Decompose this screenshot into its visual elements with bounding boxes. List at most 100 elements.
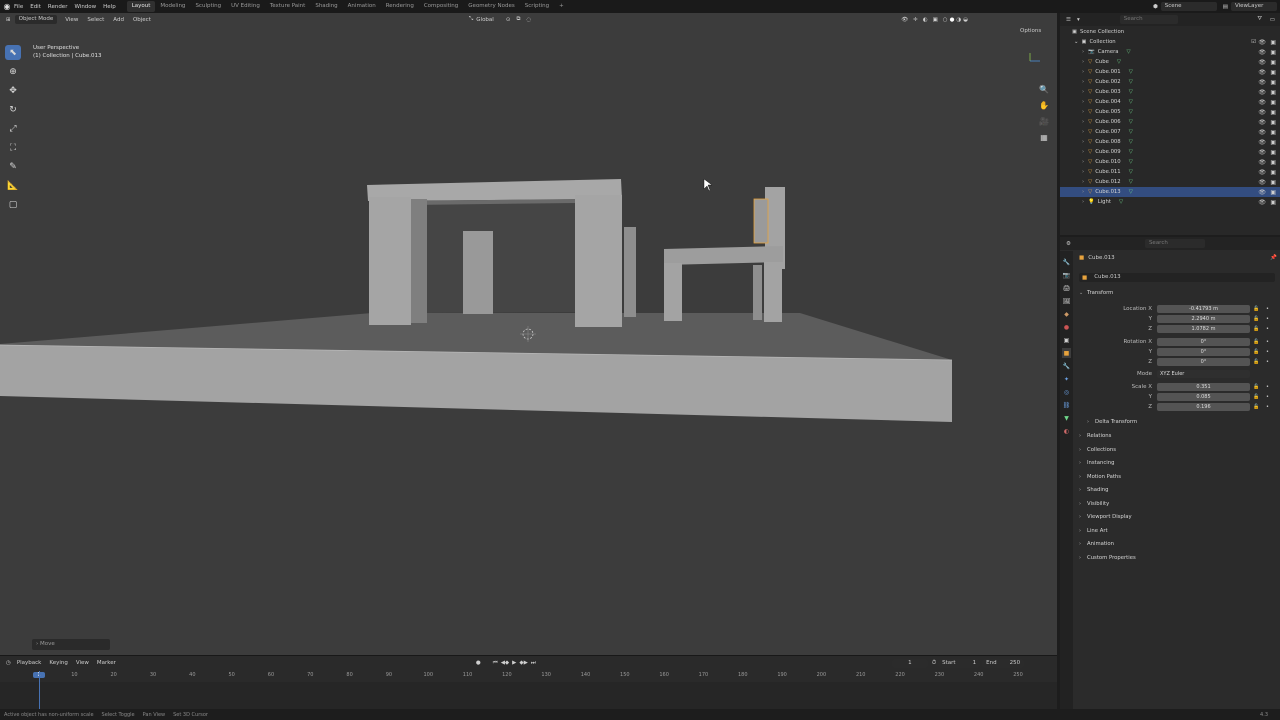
camera-toggle-icon[interactable]: ▣ [1270,89,1276,96]
expand-chevron-icon[interactable]: › [1082,49,1084,55]
expand-chevron-icon[interactable]: › [1082,99,1084,105]
location-y-field[interactable]: 2.2940 m [1157,314,1250,323]
eye-icon[interactable]: 👁 [1258,169,1266,176]
panel-collections[interactable]: › Collections [1079,444,1276,456]
auto-key-icon[interactable]: ● [476,660,481,666]
outliner-item-cube-012[interactable]: › ▽ Cube.012 ▽ 👁 ▣ [1060,177,1280,187]
properties-editor-icon[interactable]: ⚙ [1066,241,1071,247]
expand-chevron-icon[interactable]: › [1082,79,1084,85]
outliner-item-cube-004[interactable]: › ▽ Cube.004 ▽ 👁 ▣ [1060,97,1280,107]
camera-toggle-icon[interactable]: ▣ [1270,119,1276,126]
xray-toggle-icon[interactable]: ▣ [933,17,938,23]
expand-chevron-icon[interactable]: › [1082,129,1084,135]
camera-toggle-icon[interactable]: ▣ [1270,169,1276,176]
keyframe-dot-icon[interactable]: • [1266,394,1269,400]
outliner-item-cube-013[interactable]: › ▽ Cube.013 ▽ 👁 ▣ [1060,187,1280,197]
camera-toggle-icon[interactable]: ▣ [1270,129,1276,136]
expand-chevron-icon[interactable]: › [1082,59,1084,65]
eye-icon[interactable]: 👁 [1258,119,1266,126]
lock-icon[interactable]: 🔓 [1253,394,1259,400]
next-key-icon[interactable]: ◆▶ [519,660,527,666]
visibility-icon[interactable]: 👁 [901,17,908,23]
eye-icon[interactable]: 👁 [1258,99,1266,106]
camera-toggle-icon[interactable]: ▣ [1270,179,1276,186]
camera-toggle-icon[interactable]: ▣ [1270,109,1276,116]
start-frame-field[interactable]: Start 1 [938,658,981,668]
tab-shading[interactable]: Shading [310,1,342,12]
stopwatch-icon[interactable]: ⏱ [932,660,936,667]
object-tab-icon[interactable]: ■ [1062,348,1071,358]
options-button[interactable]: Options [1020,28,1041,34]
tab-animation[interactable]: Animation [343,1,381,12]
expand-chevron-icon[interactable]: › [1082,179,1084,185]
timeline-body[interactable] [0,671,1057,710]
material-tab-icon[interactable]: ◐ [1062,426,1071,436]
shading-solid-icon[interactable]: ● [950,17,955,23]
outliner-item-cube[interactable]: › ▽ Cube ▽ 👁 ▣ [1060,57,1280,67]
tab-layout[interactable]: Layout [126,1,156,12]
render-tab-icon[interactable]: 📷 [1062,270,1071,280]
eye-icon[interactable]: 👁 [1258,179,1266,186]
output-tab-icon[interactable]: 🖨 [1062,283,1071,293]
orientation-dropdown[interactable]: Global [476,17,494,23]
eye-icon[interactable]: 👁 [1258,109,1266,116]
eye-icon[interactable]: 👁 [1258,199,1266,206]
end-frame-field[interactable]: End 250 [982,658,1025,668]
collection-checkbox[interactable]: ☑ [1251,39,1256,45]
eye-icon[interactable]: 👁 [1258,129,1266,136]
menu-keying[interactable]: Keying [49,660,67,666]
tab-rendering[interactable]: Rendering [381,1,419,12]
outliner-item-cube-006[interactable]: › ▽ Cube.006 ▽ 👁 ▣ [1060,117,1280,127]
rotate-tool-icon[interactable]: ↻ [5,102,21,117]
view-layer-field[interactable]: ViewLayer [1231,2,1277,11]
overlay-toggle-icon[interactable]: ◐ [923,17,928,23]
eye-icon[interactable]: 👁 [1258,89,1266,96]
location-z-field[interactable]: 1.0782 m [1157,324,1250,333]
outliner-item-cube-002[interactable]: › ▽ Cube.002 ▽ 👁 ▣ [1060,77,1280,87]
panel-motion-paths[interactable]: › Motion Paths [1079,471,1276,483]
proportional-edit-icon[interactable]: ◌ [526,17,531,23]
panel-line-art[interactable]: › Line Art [1079,525,1276,537]
expand-chevron-icon[interactable]: › [1082,169,1084,175]
data-tab-icon[interactable]: ▼ [1062,413,1071,423]
eye-icon[interactable]: 👁 [1258,39,1266,46]
lock-icon[interactable]: 🔓 [1253,326,1259,332]
particles-tab-icon[interactable]: ✦ [1062,374,1071,384]
camera-toggle-icon[interactable]: ▣ [1270,79,1276,86]
menu-window[interactable]: Window [74,4,96,10]
move-tool-icon[interactable]: ✥ [5,83,21,98]
expand-chevron-icon[interactable]: › [1082,149,1084,155]
expand-chevron-icon[interactable]: › [1082,159,1084,165]
panel-animation[interactable]: › Animation [1079,538,1276,550]
filter-icon[interactable]: ⛛ [1257,16,1262,23]
3d-viewport[interactable]: ⊞ Object Mode View Select Add Object ⤡ G… [0,13,1057,655]
shading-material-icon[interactable]: ◑ [956,17,961,23]
outliner-item-light[interactable]: › 💡 Light ▽ 👁 ▣ [1060,197,1280,207]
outliner-item-cube-009[interactable]: › ▽ Cube.009 ▽ 👁 ▣ [1060,147,1280,157]
tab-scripting[interactable]: Scripting [520,1,554,12]
pivot-icon[interactable]: ⊙ [506,17,511,23]
camera-toggle-icon[interactable]: ▣ [1270,199,1276,206]
camera-toggle-icon[interactable]: ▣ [1270,39,1276,46]
camera-toggle-icon[interactable]: ▣ [1270,49,1276,56]
select-box-icon[interactable]: ⬉ [5,45,21,60]
outliner-search[interactable]: Search [1119,15,1178,24]
view-layer-tab-icon[interactable]: 🖼 [1062,296,1071,306]
panel-visibility[interactable]: › Visibility [1079,498,1276,510]
outliner-item-cube-010[interactable]: › ▽ Cube.010 ▽ 👁 ▣ [1060,157,1280,167]
scale-tool-icon[interactable]: ⤢ [5,121,21,136]
eye-icon[interactable]: 👁 [1258,79,1266,86]
object-name-field[interactable]: Cube.013 [1090,273,1124,282]
menu-help[interactable]: Help [103,4,116,10]
panel-transform[interactable]: ⌄ Transform [1079,287,1276,299]
keyframe-dot-icon[interactable]: • [1266,306,1269,312]
eye-icon[interactable]: 👁 [1258,59,1266,66]
panel-delta-transform[interactable]: › Delta Transform [1087,416,1280,428]
constraints-tab-icon[interactable]: ⛓ [1062,400,1071,410]
keyframe-dot-icon[interactable]: • [1266,404,1269,410]
outliner-item-cube-011[interactable]: › ▽ Cube.011 ▽ 👁 ▣ [1060,167,1280,177]
zoom-icon[interactable]: 🔍 [1038,83,1050,95]
eye-icon[interactable]: 👁 [1258,149,1266,156]
panel-custom-properties[interactable]: › Custom Properties [1079,552,1276,564]
play-icon[interactable]: ▶ [512,660,516,666]
